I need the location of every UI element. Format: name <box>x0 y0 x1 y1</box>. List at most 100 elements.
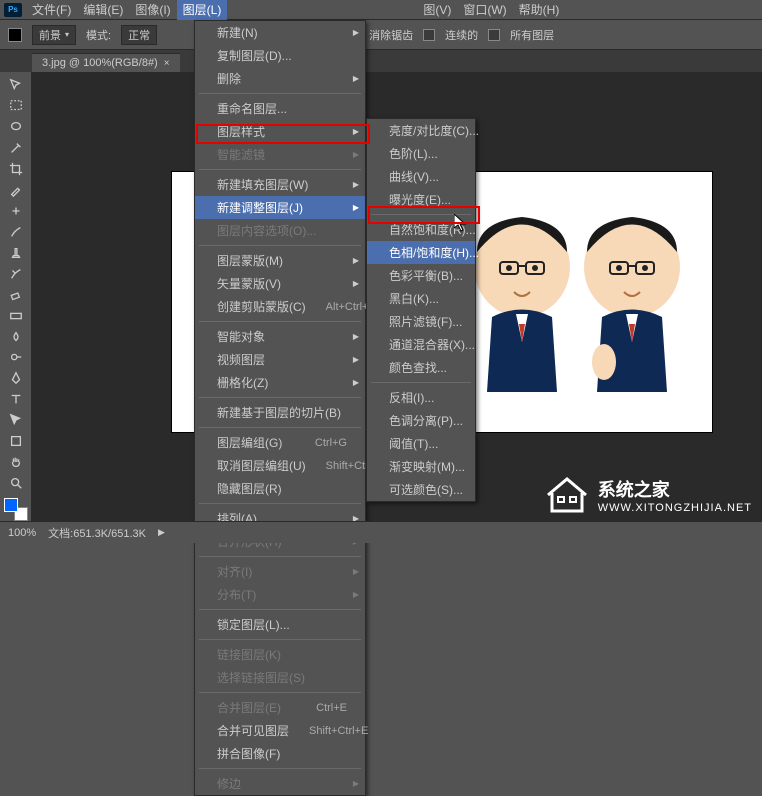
doc-size: 文档:651.3K/651.3K <box>48 525 146 541</box>
type-tool[interactable] <box>4 390 28 409</box>
close-icon[interactable]: × <box>164 58 170 69</box>
menu-item[interactable]: 删除 <box>195 67 365 90</box>
pen-tool[interactable] <box>4 369 28 388</box>
menu-item[interactable]: 渐变映射(M)... <box>367 455 475 478</box>
menu-item: 选择链接图层(S) <box>195 666 365 689</box>
menu-item[interactable]: 可选颜色(S)... <box>367 478 475 501</box>
path-tool[interactable] <box>4 411 28 430</box>
menu-item[interactable]: 图层样式 <box>195 120 365 143</box>
menu-item[interactable]: 颜色查找... <box>367 356 475 379</box>
menu-item-label: 删除 <box>217 70 241 87</box>
menu-item[interactable]: 矢量蒙版(V) <box>195 272 365 295</box>
menu-item[interactable]: 图层蒙版(M) <box>195 249 365 272</box>
menu-item[interactable]: 重命名图层... <box>195 97 365 120</box>
shape-tool[interactable] <box>4 432 28 451</box>
menu-item-label: 智能滤镜 <box>217 146 265 163</box>
alllayers-checkbox[interactable] <box>488 29 500 41</box>
chevron-right-icon[interactable]: ▶ <box>158 527 165 538</box>
menu-item[interactable]: 照片滤镜(F)... <box>367 310 475 333</box>
menu-item[interactable]: 取消图层编组(U)Shift+Ctrl+G <box>195 454 365 477</box>
menu-item: 图层内容选项(O)... <box>195 219 365 242</box>
menu-item[interactable]: 色相/饱和度(H)... <box>367 241 475 264</box>
menu-item-label: 照片滤镜(F)... <box>389 313 462 330</box>
marquee-tool[interactable] <box>4 97 28 116</box>
menu-item[interactable]: 通道混合器(X)... <box>367 333 475 356</box>
menu-item[interactable]: 自然饱和度(R)... <box>367 218 475 241</box>
menu-item-label: 渐变映射(M)... <box>389 458 465 475</box>
mode-combo[interactable]: 正常 <box>121 25 157 45</box>
menu-item-label: 可选颜色(S)... <box>389 481 463 498</box>
stamp-tool[interactable] <box>4 243 28 262</box>
menu-item[interactable]: 反相(I)... <box>367 386 475 409</box>
menu-item[interactable]: 色调分离(P)... <box>367 409 475 432</box>
menu-image[interactable]: 图像(I) <box>129 0 176 20</box>
brush-tool[interactable] <box>4 222 28 241</box>
menu-layer[interactable]: 图层(L) <box>177 0 228 20</box>
menu-item[interactable]: 阈值(T)... <box>367 432 475 455</box>
contiguous-checkbox[interactable] <box>423 29 435 41</box>
fill-swatch[interactable] <box>8 28 22 42</box>
menu-item: 链接图层(K) <box>195 643 365 666</box>
menu-item[interactable]: 黑白(K)... <box>367 287 475 310</box>
mode-label: 模式: <box>86 27 111 43</box>
menu-view[interactable]: 图(V) <box>417 0 457 20</box>
move-tool[interactable] <box>4 76 28 95</box>
menu-item: 对齐(I) <box>195 560 365 583</box>
menu-item[interactable]: 新建基于图层的切片(B) <box>195 401 365 424</box>
menu-item-label: 曲线(V)... <box>389 168 439 185</box>
menu-help[interactable]: 帮助(H) <box>513 0 566 20</box>
history-brush-tool[interactable] <box>4 264 28 283</box>
foreground-color[interactable] <box>4 498 18 512</box>
menu-item[interactable]: 拼合图像(F) <box>195 742 365 765</box>
menu-item[interactable]: 亮度/对比度(C)... <box>367 119 475 142</box>
menu-item-label: 色调分离(P)... <box>389 412 463 429</box>
menu-item[interactable]: 图层编组(G)Ctrl+G <box>195 431 365 454</box>
menu-item[interactable]: 新建填充图层(W) <box>195 173 365 196</box>
menu-item[interactable]: 隐藏图层(R) <box>195 477 365 500</box>
menu-item[interactable]: 色彩平衡(B)... <box>367 264 475 287</box>
menu-item[interactable]: 曲线(V)... <box>367 165 475 188</box>
document-tab[interactable]: 3.jpg @ 100%(RGB/8#) × <box>32 53 180 72</box>
hand-tool[interactable] <box>4 453 28 472</box>
menu-item[interactable]: 色阶(L)... <box>367 142 475 165</box>
foreground-combo[interactable]: 前景▾ <box>32 25 76 45</box>
wand-tool[interactable] <box>4 139 28 158</box>
menu-item[interactable]: 栅格化(Z) <box>195 371 365 394</box>
document-tabs: 3.jpg @ 100%(RGB/8#) × <box>0 50 762 72</box>
menu-item[interactable]: 合并可见图层Shift+Ctrl+E <box>195 719 365 742</box>
watermark: 系统之家 WWW.XITONGZHIJIA.NET <box>544 475 752 515</box>
zoom-level[interactable]: 100% <box>8 527 36 539</box>
menu-item[interactable]: 创建剪贴蒙版(C)Alt+Ctrl+G <box>195 295 365 318</box>
menu-item-label: 分布(T) <box>217 586 256 603</box>
heal-tool[interactable] <box>4 202 28 221</box>
menu-item[interactable]: 视频图层 <box>195 348 365 371</box>
menu-item[interactable]: 曝光度(E)... <box>367 188 475 211</box>
blur-tool[interactable] <box>4 327 28 346</box>
zoom-tool[interactable] <box>4 474 28 493</box>
eyedropper-tool[interactable] <box>4 181 28 200</box>
menu-item[interactable]: 复制图层(D)... <box>195 44 365 67</box>
menu-window[interactable]: 窗口(W) <box>457 0 512 20</box>
menu-item-label: 锁定图层(L)... <box>217 616 290 633</box>
menu-item-label: 阈值(T)... <box>389 435 438 452</box>
menu-item-label: 选择链接图层(S) <box>217 669 305 686</box>
eraser-tool[interactable] <box>4 285 28 304</box>
color-swatches[interactable] <box>4 498 28 521</box>
menu-edit[interactable]: 编辑(E) <box>77 0 129 20</box>
menu-item-label: 通道混合器(X)... <box>389 336 475 353</box>
gradient-tool[interactable] <box>4 306 28 325</box>
menu-file[interactable]: 文件(F) <box>26 0 77 20</box>
options-bar: 前景▾ 模式: 正常 消除锯齿 连续的 所有图层 <box>0 20 762 50</box>
menu-item[interactable]: 新建(N) <box>195 21 365 44</box>
lasso-tool[interactable] <box>4 118 28 137</box>
menu-item-label: 色彩平衡(B)... <box>389 267 463 284</box>
menu-item-label: 合并可见图层 <box>217 722 289 739</box>
menu-item-label: 对齐(I) <box>217 563 252 580</box>
crop-tool[interactable] <box>4 160 28 179</box>
menu-item-label: 色阶(L)... <box>389 145 438 162</box>
dodge-tool[interactable] <box>4 348 28 367</box>
menu-item: 智能滤镜 <box>195 143 365 166</box>
menu-item[interactable]: 锁定图层(L)... <box>195 613 365 636</box>
menu-item[interactable]: 智能对象 <box>195 325 365 348</box>
menu-item[interactable]: 新建调整图层(J) <box>195 196 365 219</box>
